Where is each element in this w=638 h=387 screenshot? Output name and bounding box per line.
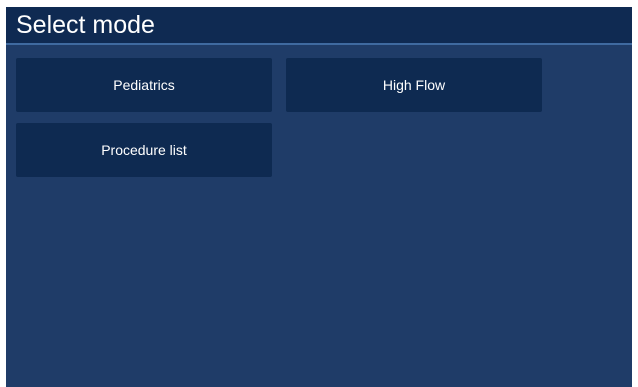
high-flow-label: High Flow xyxy=(382,77,446,93)
pediatrics-button[interactable]: Pediatrics xyxy=(16,58,272,112)
title-bar: Select mode xyxy=(6,7,632,45)
page-title: Select mode xyxy=(16,11,155,39)
mode-selection-screen: Select mode Pediatrics High Flow Procedu… xyxy=(6,7,632,387)
procedure-list-button[interactable]: Procedure list xyxy=(16,123,272,177)
high-flow-button[interactable]: High Flow xyxy=(286,58,542,112)
pediatrics-label: Pediatrics xyxy=(113,77,175,93)
mode-grid: Pediatrics High Flow Procedure list xyxy=(16,58,616,188)
procedure-list-label: Procedure list xyxy=(101,142,187,158)
